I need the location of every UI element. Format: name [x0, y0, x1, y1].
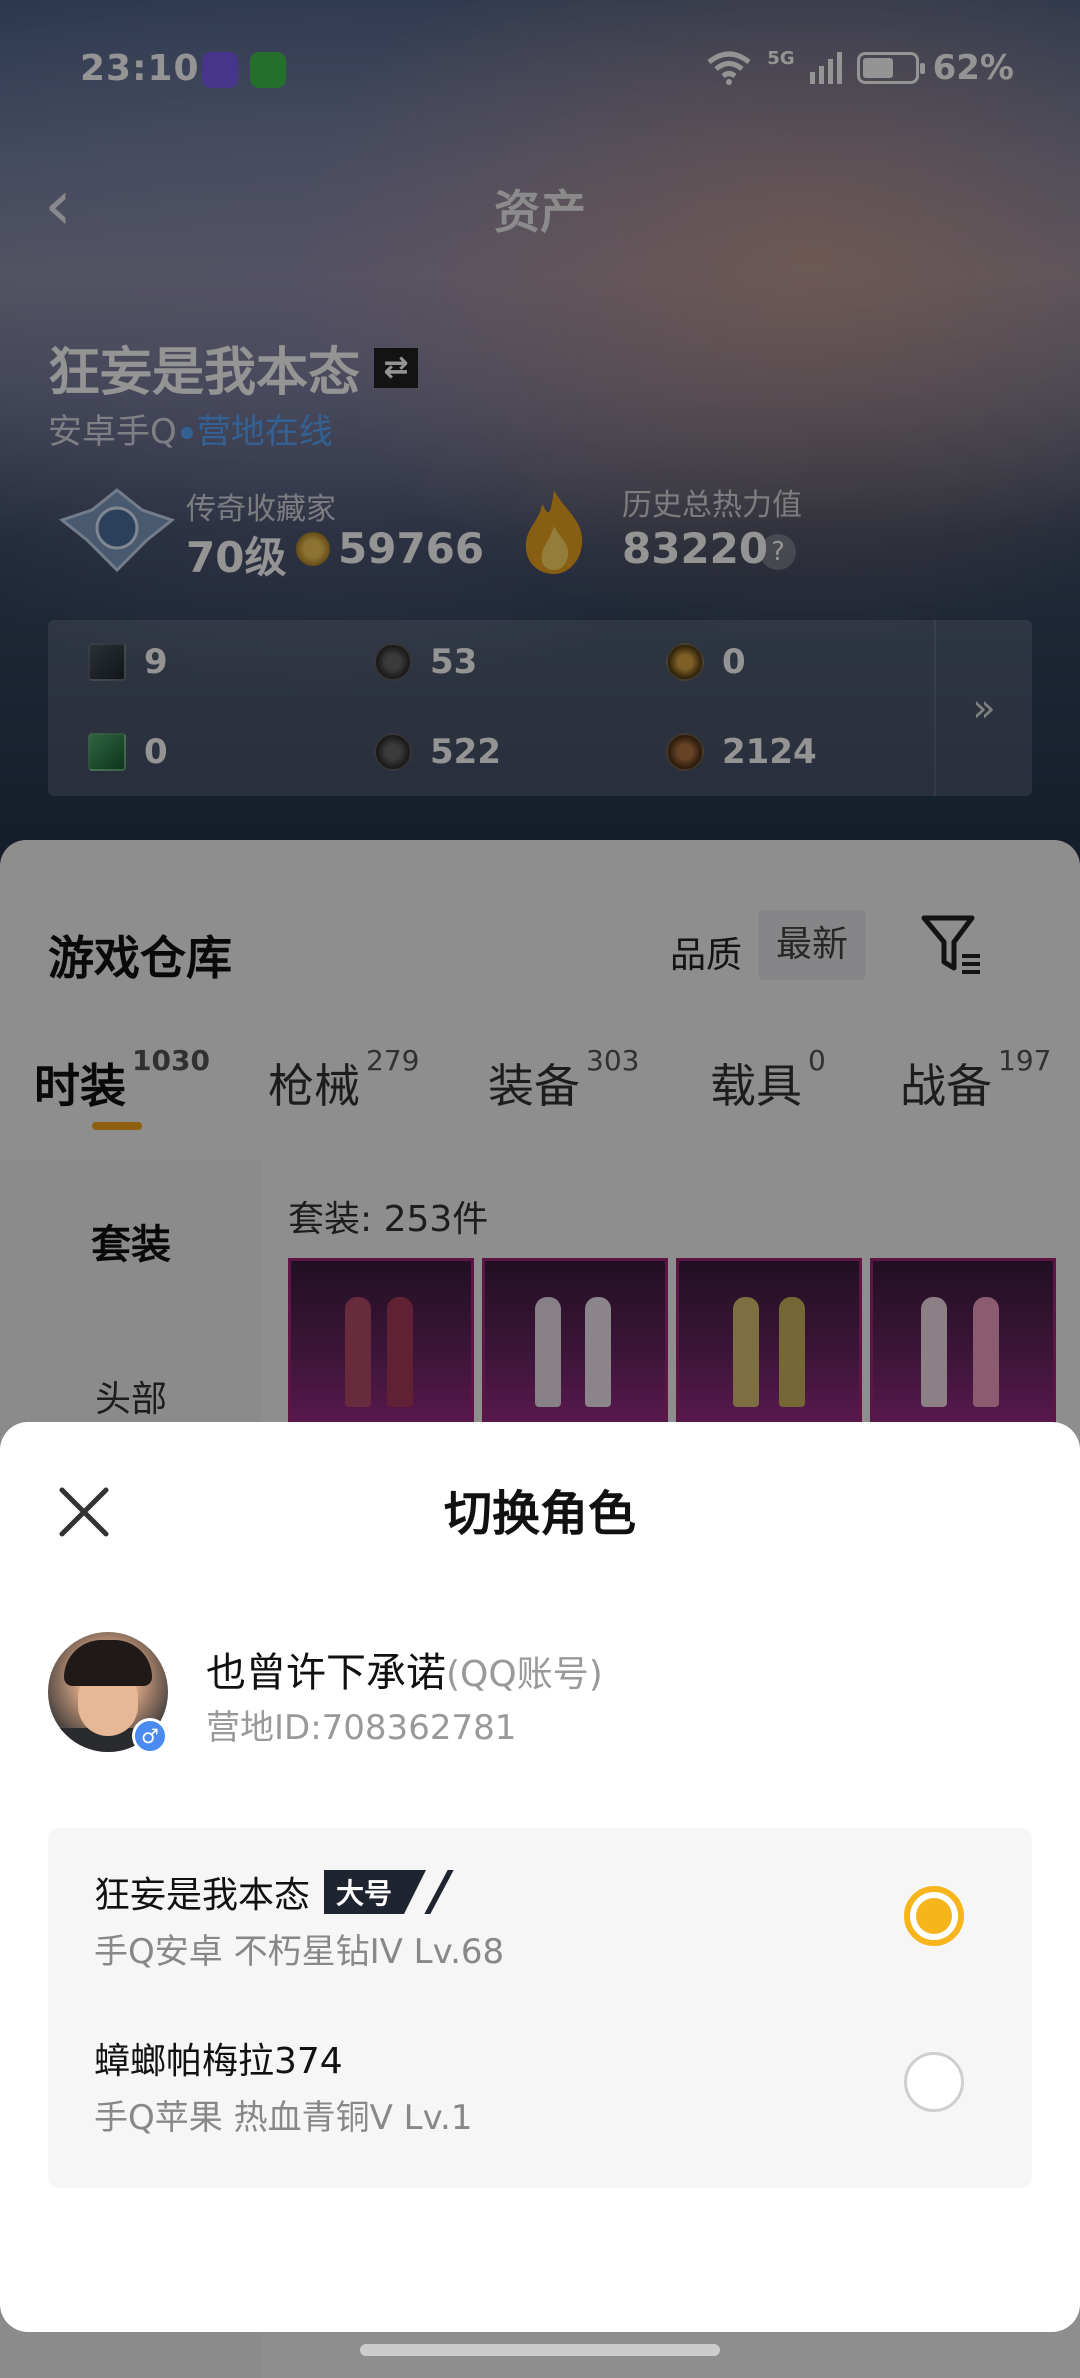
role-name: 狂妄是我本态	[94, 1875, 311, 1916]
role-name-row: 狂妄是我本态 大号	[94, 1866, 454, 1918]
badge-slash-decoration	[424, 1870, 454, 1914]
role-detail: 手Q安卓 不朽星钻IV Lv.68	[94, 1932, 505, 1972]
account-name-text: 也曾许下承诺	[206, 1650, 446, 1696]
account-name: 也曾许下承诺(QQ账号)	[206, 1640, 603, 1698]
main-account-badge: 大号	[324, 1870, 427, 1914]
home-indicator[interactable]	[360, 2344, 720, 2356]
switch-role-sheet: 切换角色 ♂ 也曾许下承诺(QQ账号) 营地ID:708362781 狂妄是我本…	[0, 1422, 1080, 2332]
avatar-hair	[64, 1640, 152, 1686]
account-type-tag: (QQ账号)	[446, 1654, 603, 1695]
role-radio[interactable]	[904, 2052, 964, 2112]
role-name-row: 蟑螂帕梅拉374	[94, 2032, 343, 2084]
role-list: 狂妄是我本态 大号 手Q安卓 不朽星钻IV Lv.68 蟑螂帕梅拉374 手Q苹…	[48, 1828, 1032, 2188]
role-option[interactable]: 蟑螂帕梅拉374 手Q苹果 热血青铜V Lv.1	[48, 2020, 1032, 2180]
camp-id: 营地ID:708362781	[206, 1708, 517, 1748]
sheet-title: 切换角色	[443, 1486, 636, 1542]
role-detail: 手Q苹果 热血青铜V Lv.1	[94, 2098, 473, 2138]
role-radio-selected[interactable]	[904, 1886, 964, 1946]
male-gender-icon: ♂	[132, 1718, 168, 1754]
role-option[interactable]: 狂妄是我本态 大号 手Q安卓 不朽星钻IV Lv.68	[48, 1854, 1032, 2014]
role-name: 蟑螂帕梅拉374	[94, 2041, 343, 2082]
